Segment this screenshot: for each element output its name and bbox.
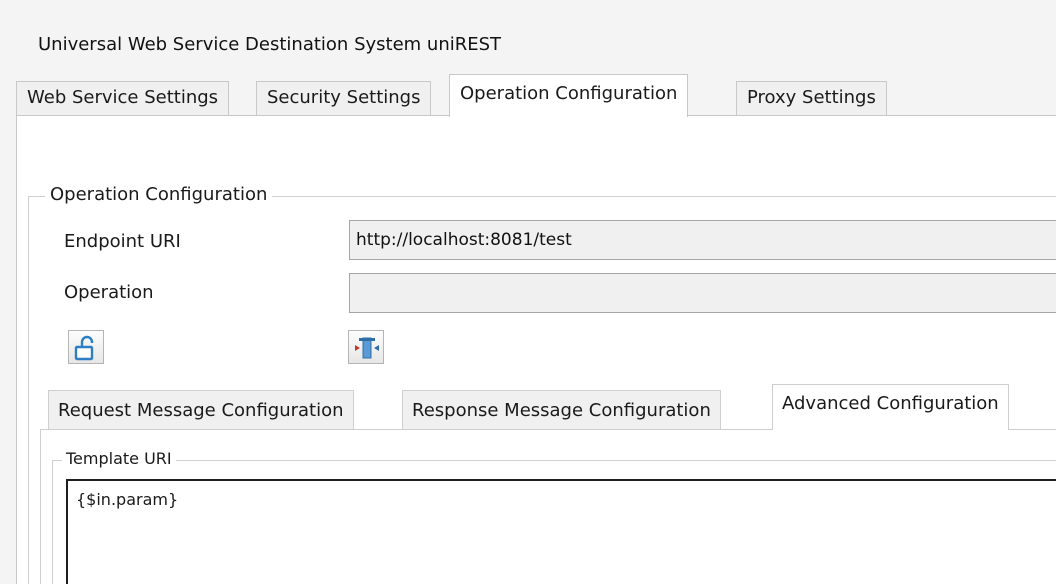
- tab-proxy-settings[interactable]: Proxy Settings: [736, 81, 887, 115]
- window: Universal Web Service Destination System…: [0, 0, 1056, 584]
- operation-label: Operation: [64, 282, 154, 303]
- tab-security-settings[interactable]: Security Settings: [256, 81, 432, 115]
- operation-configuration-legend: Operation Configuration: [45, 182, 273, 208]
- endpoint-uri-label: Endpoint URI: [64, 231, 181, 252]
- template-uri-textarea[interactable]: {$in.param}: [66, 479, 1056, 584]
- operation-mapping-icon: [355, 337, 379, 359]
- unlock-button[interactable]: [68, 330, 104, 364]
- window-title: Universal Web Service Destination System…: [38, 34, 502, 55]
- operation-mapping-button[interactable]: [348, 330, 384, 364]
- operation-field[interactable]: [349, 273, 1056, 313]
- tab-advanced-configuration[interactable]: Advanced Configuration: [772, 384, 1009, 430]
- tab-request-message-configuration[interactable]: Request Message Configuration: [48, 390, 354, 430]
- outer-tab-strip: Web Service Settings Security Settings O…: [16, 74, 1056, 117]
- tab-response-message-configuration[interactable]: Response Message Configuration: [402, 390, 721, 430]
- unlock-icon: [74, 335, 94, 361]
- template-uri-legend: Template URI: [62, 446, 176, 472]
- tab-operation-configuration[interactable]: Operation Configuration: [449, 74, 689, 117]
- endpoint-uri-field[interactable]: http://localhost:8081/test: [349, 220, 1056, 260]
- tab-web-service-settings[interactable]: Web Service Settings: [16, 81, 230, 115]
